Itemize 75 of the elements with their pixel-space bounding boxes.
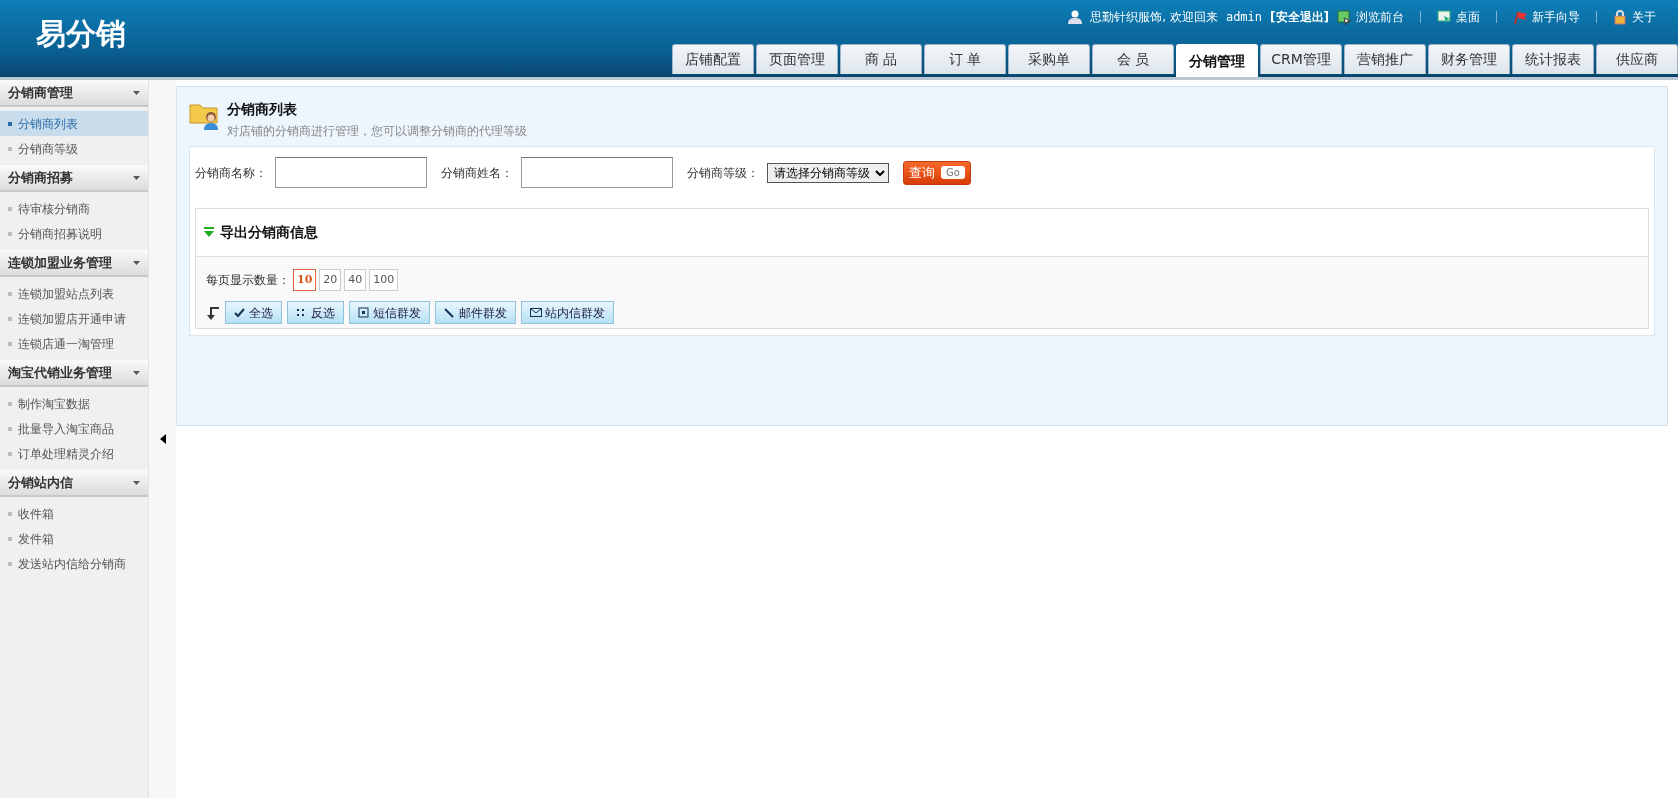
sidebar-item[interactable]: 分销商等级 — [0, 136, 148, 161]
page-size-option[interactable]: 20 — [319, 269, 342, 291]
caret-down-icon — [133, 175, 140, 180]
check-icon — [234, 307, 246, 318]
page-subtitle: 对店铺的分销商进行管理，您可以调整分销商的代理等级 — [227, 123, 527, 140]
nav-tab[interactable]: 页面管理 — [756, 44, 838, 74]
sidebar-group-header[interactable]: 淘宝代销业务管理 — [0, 360, 148, 387]
page-size-option[interactable]: 10 — [293, 269, 317, 291]
header-link[interactable]: 桌面 — [1437, 8, 1480, 26]
greeting-text: 思勤针织服饰, 欢迎回来 — [1090, 9, 1218, 26]
nav-tab[interactable]: 会 员 — [1092, 44, 1174, 74]
field-label: 分销商姓名： — [441, 164, 513, 182]
nav-tab[interactable]: 分销管理 — [1176, 44, 1258, 77]
nav-tab[interactable]: 订 单 — [924, 44, 1006, 74]
sidebar-item[interactable]: 发件箱 — [0, 526, 148, 551]
nav-tab[interactable]: 商 品 — [840, 44, 922, 74]
corner-arrow-icon — [206, 305, 220, 320]
page-title: 分销商列表 — [227, 100, 298, 119]
page-size-option[interactable]: 100 — [369, 269, 399, 291]
sidebar-item[interactable]: 订单处理精灵介绍 — [0, 441, 148, 466]
caret-down-icon — [133, 90, 140, 95]
nav-tab[interactable]: 统计报表 — [1512, 44, 1594, 74]
action-button[interactable]: 反选 — [287, 301, 344, 324]
desktop-icon — [1437, 9, 1452, 25]
level-select[interactable]: 请选择分销商等级 — [767, 162, 889, 183]
sidebar-group-header[interactable]: 分销商招募 — [0, 165, 148, 192]
caret-down-icon — [133, 260, 140, 265]
sidebar-group-header[interactable]: 分销站内信 — [0, 470, 148, 497]
user-icon — [1068, 10, 1083, 24]
caret-down-icon — [133, 480, 140, 485]
username-text: admin — [1225, 9, 1263, 26]
sidebar-item[interactable]: 批量导入淘宝商品 — [0, 416, 148, 441]
nav-tab[interactable]: 财务管理 — [1428, 44, 1510, 74]
lock-icon — [1613, 9, 1628, 25]
nav-tab[interactable]: 采购单 — [1008, 44, 1090, 74]
input-field[interactable] — [521, 157, 673, 188]
logout-link[interactable]: [安全退出] — [1270, 8, 1329, 26]
sidebar-item[interactable]: 连锁加盟店开通申请 — [0, 306, 148, 331]
sidebar-group-header[interactable]: 连锁加盟业务管理 — [0, 250, 148, 277]
nav-tab[interactable]: 营销推广 — [1344, 44, 1426, 74]
action-button[interactable]: 短信群发 — [349, 301, 430, 324]
sidebar-item[interactable]: 连锁加盟站点列表 — [0, 281, 148, 306]
collapse-arrow-icon[interactable] — [159, 434, 166, 444]
field-label: 分销商名称： — [195, 164, 267, 182]
sidebar-item[interactable]: 分销商招募说明 — [0, 221, 148, 246]
browse-icon — [1337, 9, 1352, 25]
sidebar-item[interactable]: 连锁店通一淘管理 — [0, 331, 148, 356]
sidebar-item[interactable]: 待审核分销商 — [0, 196, 148, 221]
sidebar-group-header[interactable]: 分销商管理 — [0, 80, 148, 107]
logo: 易分销 — [35, 15, 127, 53]
envelope-icon — [530, 307, 542, 318]
nav-tab[interactable]: CRM管理 — [1260, 44, 1342, 74]
sidebar-item[interactable]: 制作淘宝数据 — [0, 391, 148, 416]
pencil-icon — [444, 307, 456, 318]
nav-tab[interactable]: 供应商 — [1596, 44, 1678, 74]
search-button[interactable]: 查询 Go — [903, 160, 971, 185]
page-size-label: 每页显示数量： — [206, 272, 290, 289]
header-link[interactable]: 浏览前台 — [1337, 8, 1404, 26]
sidebar-item[interactable]: 发送站内信给分销商 — [0, 551, 148, 576]
action-button[interactable]: 全选 — [225, 301, 282, 324]
flag-icon — [1513, 9, 1528, 25]
input-field[interactable] — [275, 157, 427, 188]
caret-down-icon — [133, 370, 140, 375]
square-icon — [358, 307, 370, 318]
nav-tab[interactable]: 店铺配置 — [672, 44, 754, 74]
field-label: 分销商等级： — [687, 164, 759, 182]
header-link[interactable]: 关于 — [1613, 8, 1656, 26]
sidebar-item[interactable]: 分销商列表 — [0, 111, 148, 136]
action-button[interactable]: 邮件群发 — [435, 301, 516, 324]
page-size-option[interactable]: 40 — [344, 269, 367, 291]
section-title: 导出分销商信息 — [220, 223, 318, 242]
download-arrow-icon — [204, 227, 214, 238]
action-button[interactable]: 站内信群发 — [521, 301, 614, 324]
header-link[interactable]: 新手向导 — [1513, 8, 1580, 26]
sidebar-item[interactable]: 收件箱 — [0, 501, 148, 526]
